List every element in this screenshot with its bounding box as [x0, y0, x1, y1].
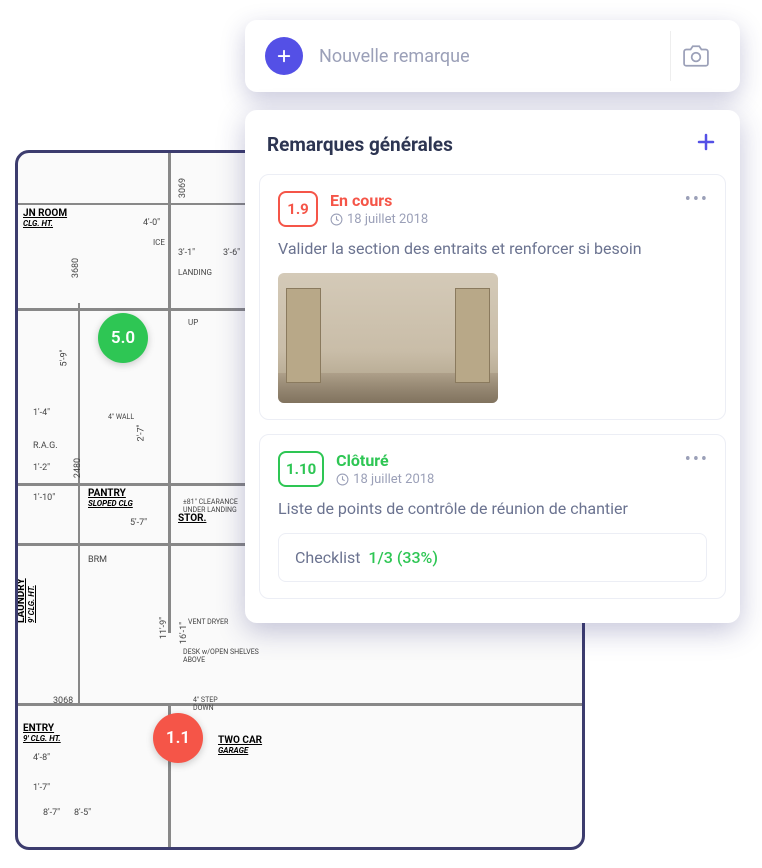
room-label: LANDING	[178, 268, 212, 277]
dimension: 11'-9"	[159, 617, 169, 639]
remark-description: Valider la section des entraits et renfo…	[278, 237, 707, 261]
room-label: ICE	[153, 238, 165, 247]
room-label: TWO CAR GARAGE	[218, 735, 262, 755]
room-label: R.A.G.	[33, 441, 58, 451]
new-remark-bar: Nouvelle remarque	[245, 20, 740, 92]
plus-icon	[694, 130, 718, 154]
remark-badge: 1.9	[278, 191, 318, 227]
dimension: 1'-2"	[33, 463, 50, 473]
room-label: PANTRY SLOPED CLG	[88, 488, 133, 508]
remark-description: Liste de points de contrôle de réunion d…	[278, 497, 707, 521]
dimension: 1'-10"	[33, 493, 55, 503]
remark-attachment-image[interactable]	[278, 273, 498, 403]
dimension: 3'-6"	[223, 248, 240, 258]
card-menu-button[interactable]: •••	[685, 189, 709, 210]
note: ±81" CLEARANCE UNDER LANDING	[183, 498, 253, 514]
map-marker-red[interactable]: 1.1	[153, 713, 203, 763]
room-label: JN ROOM CLG. HT.	[23, 208, 67, 228]
dimension: 4'-8"	[33, 753, 50, 763]
plus-icon	[275, 47, 293, 65]
add-remark-header-button[interactable]	[694, 130, 718, 158]
room-label: LAUNDRY 9' CLG. HT.	[16, 578, 36, 623]
room-label: STOR.	[178, 513, 206, 524]
dimension: 1'-4"	[33, 408, 50, 418]
dimension: 5'-9"	[60, 349, 70, 366]
note: DESK w/OPEN SHELVES ABOVE	[183, 648, 263, 664]
map-marker-green[interactable]: 5.0	[98, 313, 148, 363]
remark-status: Clôturé	[336, 451, 434, 470]
dimension: 2'-7"	[137, 424, 147, 441]
dimension: 5'-7"	[130, 518, 147, 528]
remark-status: En cours	[330, 191, 428, 210]
dimension: 3680	[71, 258, 81, 278]
card-menu-button[interactable]: •••	[685, 449, 709, 470]
room-label: ENTRY 9' CLG. HT.	[23, 723, 61, 743]
dimension: 2480	[73, 458, 83, 478]
remark-card[interactable]: ••• 1.9 En cours 18 juillet 2018 Valider…	[259, 174, 726, 420]
panel-header: Remarques générales	[245, 110, 740, 174]
dimension: 3068	[53, 696, 73, 706]
note: VENT DRYER	[188, 618, 228, 626]
camera-button[interactable]	[670, 31, 720, 81]
dimension: 3069	[178, 178, 188, 198]
panel-title: Remarques générales	[267, 133, 453, 156]
note: 4" STEP DOWN	[193, 696, 233, 712]
note: 4" WALL	[108, 413, 134, 421]
clock-icon	[330, 213, 343, 226]
dimension: 8'-5"	[74, 808, 91, 818]
clock-icon	[336, 473, 349, 486]
remark-date: 18 juillet 2018	[330, 212, 428, 227]
dimension: 8'-7"	[43, 808, 60, 818]
room-label: UP	[188, 318, 198, 327]
remarks-panel: Remarques générales ••• 1.9 En cours	[245, 110, 740, 623]
new-remark-input[interactable]: Nouvelle remarque	[319, 46, 660, 67]
checklist-summary[interactable]: Checklist 1/3 (33%)	[278, 533, 707, 582]
room-label: BRM	[88, 555, 107, 565]
camera-icon	[683, 43, 709, 69]
dimension: 1'-7"	[33, 783, 50, 793]
remark-badge: 1.10	[278, 451, 324, 487]
remark-card[interactable]: ••• 1.10 Clôturé 18 juillet 2018 Liste d…	[259, 434, 726, 599]
add-remark-button[interactable]	[265, 37, 303, 75]
dimension: 4'-0"	[143, 218, 160, 228]
dimension: 3'-1"	[178, 248, 195, 258]
remark-date: 18 juillet 2018	[336, 472, 434, 487]
